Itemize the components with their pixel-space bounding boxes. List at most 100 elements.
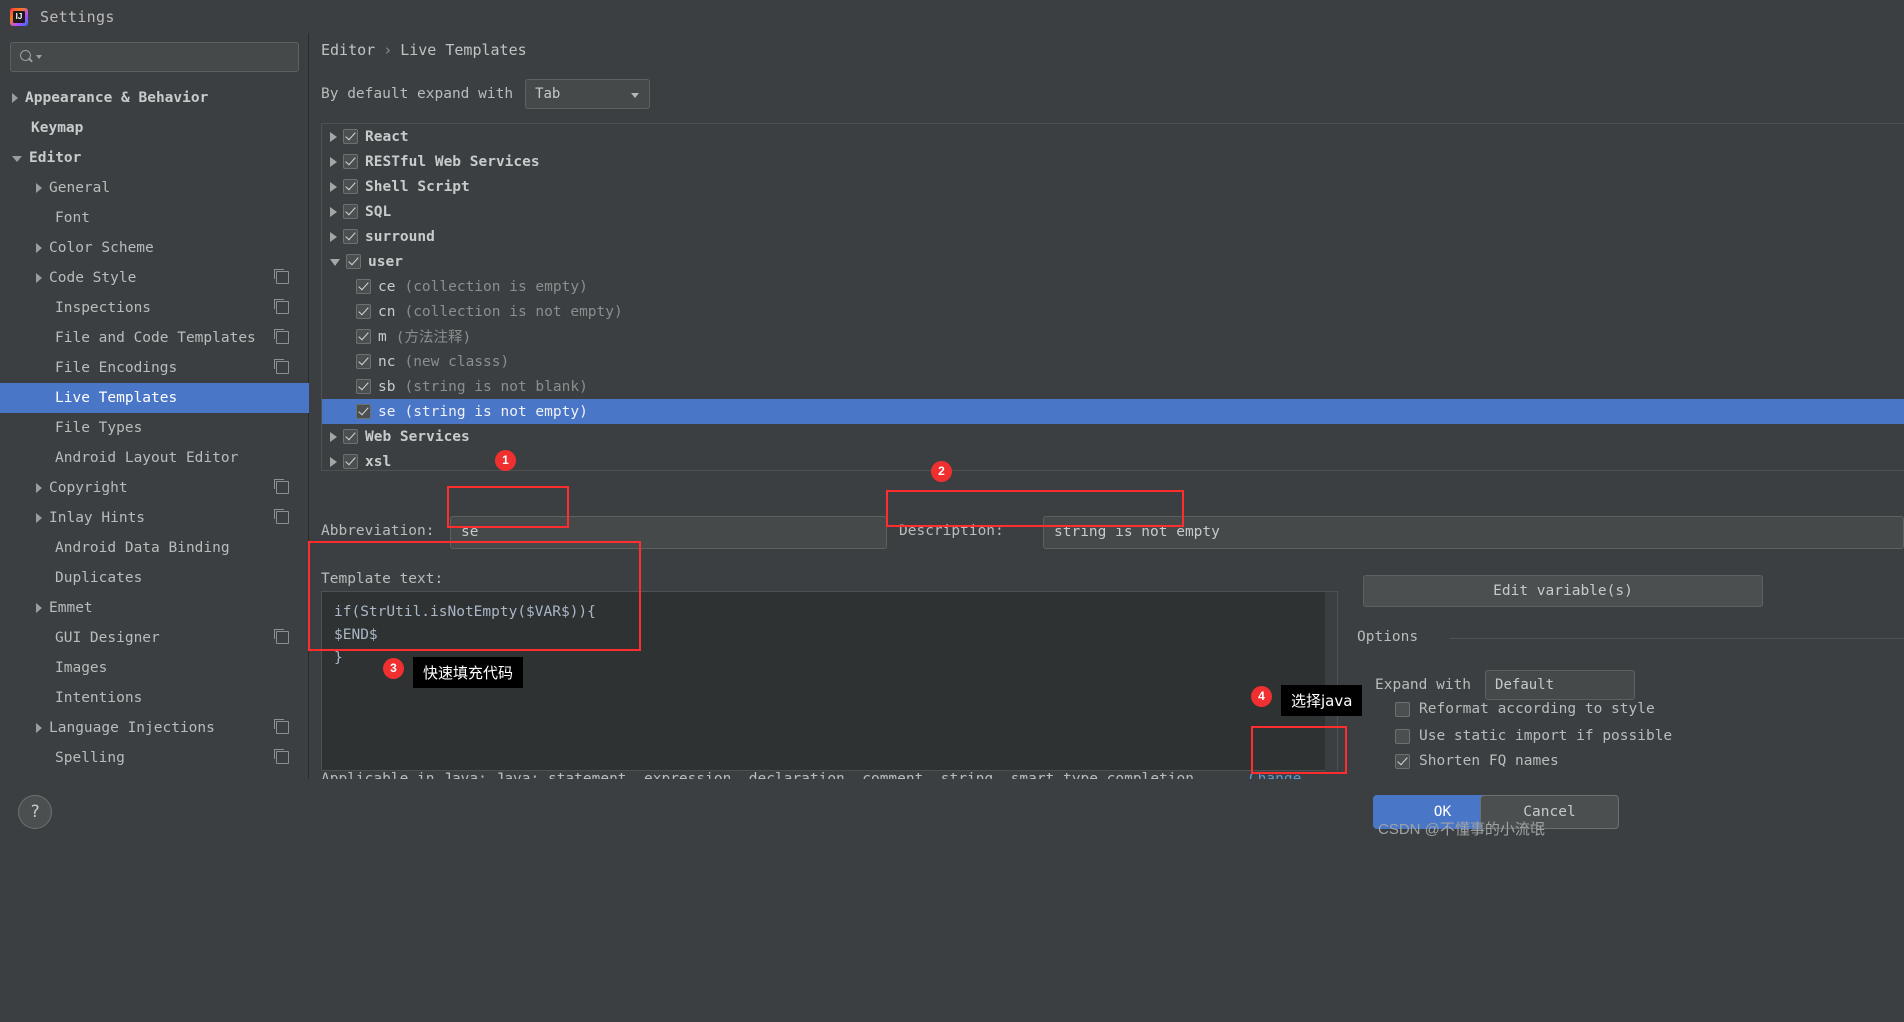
expand-with-select[interactable]: Tab — [525, 79, 651, 109]
template-checkbox[interactable] — [343, 154, 358, 169]
sidebar-item-duplicates[interactable]: Duplicates — [0, 563, 309, 593]
chevron-right-icon[interactable] — [36, 273, 42, 283]
template-text-scrollbar[interactable] — [1325, 592, 1337, 772]
sidebar-item-spelling[interactable]: Spelling — [0, 743, 309, 773]
sidebar-item-intentions[interactable]: Intentions — [0, 683, 309, 713]
template-item-row[interactable]: m (方法注释) — [322, 324, 1904, 349]
search-input[interactable] — [46, 49, 286, 65]
template-item-row[interactable]: nc (new classs) — [322, 349, 1904, 374]
sidebar-item-android-layout-editor[interactable]: Android Layout Editor — [0, 443, 309, 473]
chevron-down-icon[interactable] — [12, 156, 22, 162]
template-group-row[interactable]: xsl — [322, 449, 1904, 470]
copy-icon[interactable] — [273, 268, 289, 284]
reformat-checkbox[interactable] — [1395, 701, 1410, 717]
sidebar-item-code-style[interactable]: Code Style — [0, 263, 309, 293]
abbreviation-input[interactable]: se — [450, 516, 887, 549]
sidebar-item-font[interactable]: Font — [0, 203, 309, 233]
option-shorten-fq[interactable]: Shorten FQ names — [1395, 753, 1559, 769]
template-group-row[interactable]: SQL — [322, 199, 1904, 224]
sidebar-item-copyright[interactable]: Copyright — [0, 473, 309, 503]
chevron-right-icon[interactable] — [330, 231, 337, 242]
template-checkbox[interactable] — [346, 254, 361, 269]
shorten-fq-checkbox[interactable] — [1395, 753, 1410, 769]
template-group-row[interactable]: user — [322, 249, 1904, 274]
copy-icon[interactable] — [273, 718, 289, 734]
sidebar-item-inspections[interactable]: Inspections — [0, 293, 309, 323]
template-checkbox[interactable] — [356, 354, 371, 369]
edit-variables-button[interactable]: Edit variable(s) — [1363, 575, 1763, 607]
chevron-right-icon[interactable] — [36, 183, 42, 193]
sidebar-item-file-types[interactable]: File Types — [0, 413, 309, 443]
chevron-right-icon[interactable] — [36, 513, 42, 523]
template-checkbox[interactable] — [343, 454, 358, 469]
template-item-row[interactable]: se (string is not empty) — [322, 399, 1904, 424]
template-group-label: user — [368, 253, 403, 270]
template-group-row[interactable]: surround — [322, 224, 1904, 249]
chevron-right-icon[interactable] — [36, 723, 42, 733]
template-checkbox[interactable] — [343, 204, 358, 219]
chevron-right-icon[interactable] — [36, 243, 42, 253]
sidebar-item-live-templates[interactable]: Live Templates — [0, 383, 309, 413]
template-checkbox[interactable] — [356, 404, 371, 419]
sidebar-item-file-encodings[interactable]: File Encodings — [0, 353, 309, 383]
chevron-right-icon[interactable] — [330, 131, 337, 142]
breadcrumb-parent[interactable]: Editor — [321, 41, 375, 59]
template-checkbox[interactable] — [356, 279, 371, 294]
copy-icon[interactable] — [273, 358, 289, 374]
template-group-row[interactable]: Web Services — [322, 424, 1904, 449]
sidebar-item-android-data-binding[interactable]: Android Data Binding — [0, 533, 309, 563]
sidebar-item-language-injections[interactable]: Language Injections — [0, 713, 309, 743]
search-box[interactable] — [10, 42, 299, 72]
sidebar-item-inlay-hints[interactable]: Inlay Hints — [0, 503, 309, 533]
copy-icon[interactable] — [273, 748, 289, 764]
chevron-right-icon[interactable] — [330, 181, 337, 192]
sidebar-item-emmet[interactable]: Emmet — [0, 593, 309, 623]
sidebar-item-editor[interactable]: Editor — [0, 143, 309, 173]
template-item-row[interactable]: cn (collection is not empty) — [322, 299, 1904, 324]
template-checkbox[interactable] — [343, 179, 358, 194]
chevron-right-icon[interactable] — [330, 206, 337, 217]
template-checkbox[interactable] — [356, 329, 371, 344]
sidebar-item-color-scheme[interactable]: Color Scheme — [0, 233, 309, 263]
chevron-right-icon[interactable] — [36, 483, 42, 493]
sidebar-item-general[interactable]: General — [0, 173, 309, 203]
chevron-down-icon[interactable] — [330, 259, 340, 266]
help-button[interactable]: ? — [18, 795, 52, 829]
expand-with-value: Tab — [535, 86, 561, 102]
chevron-right-icon[interactable] — [330, 456, 337, 467]
chevron-right-icon[interactable] — [330, 156, 337, 167]
template-group-row[interactable]: Shell Script — [322, 174, 1904, 199]
expand-with-option-select[interactable]: Default — [1485, 670, 1636, 700]
template-abbreviation: m — [378, 328, 387, 345]
copy-icon[interactable] — [273, 628, 289, 644]
copy-icon[interactable] — [273, 508, 289, 524]
sidebar-item-keymap[interactable]: Keymap — [0, 113, 309, 143]
option-static-import[interactable]: Use static import if possible — [1395, 728, 1672, 744]
sidebar-item-images[interactable]: Images — [0, 653, 309, 683]
template-item-row[interactable]: ce (collection is empty) — [322, 274, 1904, 299]
live-templates-list[interactable]: React RESTful Web Services Shell Script SQL… — [321, 123, 1904, 471]
template-item-row[interactable]: sb (string is not blank) — [322, 374, 1904, 399]
template-checkbox[interactable] — [343, 129, 358, 144]
template-checkbox[interactable] — [343, 229, 358, 244]
static-import-checkbox[interactable] — [1395, 728, 1410, 744]
chevron-right-icon[interactable] — [330, 431, 337, 442]
template-checkbox[interactable] — [356, 304, 371, 319]
template-group-label: Web Services — [365, 428, 470, 445]
template-checkbox[interactable] — [343, 429, 358, 444]
copy-icon[interactable] — [273, 298, 289, 314]
copy-icon[interactable] — [273, 478, 289, 494]
chevron-right-icon[interactable] — [36, 603, 42, 613]
chevron-right-icon[interactable] — [12, 93, 18, 103]
sidebar-item-label: Duplicates — [55, 570, 143, 586]
template-group-row[interactable]: RESTful Web Services — [322, 149, 1904, 174]
copy-icon[interactable] — [273, 328, 289, 344]
sidebar-item-appearance-behavior[interactable]: Appearance & Behavior — [0, 83, 309, 113]
template-abbreviation: ce — [378, 278, 396, 295]
template-group-row[interactable]: React — [322, 124, 1904, 149]
option-reformat[interactable]: Reformat according to style — [1395, 701, 1655, 717]
template-checkbox[interactable] — [356, 379, 371, 394]
sidebar-item-gui-designer[interactable]: GUI Designer — [0, 623, 309, 653]
description-input[interactable]: string is not empty — [1043, 516, 1904, 549]
sidebar-item-file-and-code-templates[interactable]: File and Code Templates — [0, 323, 309, 353]
